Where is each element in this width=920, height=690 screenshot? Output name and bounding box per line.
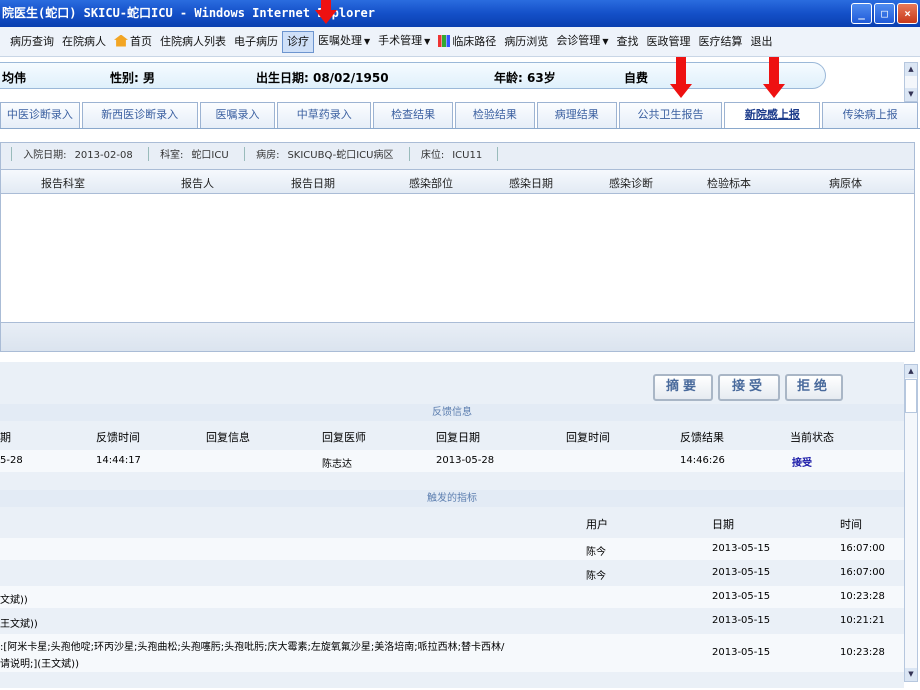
dept-value: 蛇口ICU <box>191 150 229 161</box>
scroll-up-icon[interactable]: ▲ <box>905 365 917 378</box>
feedback-scrollbar[interactable]: ▲ ▼ <box>904 364 918 682</box>
bed-value: ICU11 <box>452 150 483 161</box>
column-header: 感染诊断 <box>609 177 653 190</box>
feedback-section-title: 反馈信息 <box>0 404 904 421</box>
column-header: 感染日期 <box>509 177 553 190</box>
menu-item-record-query[interactable]: 病历查询 <box>6 32 58 52</box>
column-header: 报告日期 <box>291 177 335 190</box>
admission-date-label: 入院日期: <box>23 150 67 161</box>
patient-age: 年龄: 63岁 <box>494 71 556 85</box>
chevron-down-icon: ▼ <box>364 37 371 46</box>
menu-item-clinical-path[interactable]: 临床路径 <box>434 32 500 52</box>
column-header: 回复医师 <box>322 431 366 444</box>
patient-gender: 性别: 男 <box>110 71 155 85</box>
column-header: 检验标本 <box>707 177 751 190</box>
function-tabs: 中医诊断录入 新西医诊断录入 医嘱录入 中草药录入 检查结果 检验结果 病理结果… <box>0 102 920 129</box>
tab-infection-report[interactable]: 新院感上报 <box>724 102 821 128</box>
tab-exam-results[interactable]: 检查结果 <box>373 102 454 128</box>
column-header: 病原体 <box>829 177 862 190</box>
tab-infectious-disease[interactable]: 传染病上报 <box>822 102 918 128</box>
menu-item-admin[interactable]: 医政管理 <box>642 32 694 52</box>
menu-item-settlement[interactable]: 医疗结算 <box>694 32 746 52</box>
patient-payment: 自费 <box>624 71 649 85</box>
table-row[interactable]: 文斌)) 2013-05-15 10:23:28 <box>0 586 904 608</box>
column-header: 回复时间 <box>566 431 610 444</box>
menu-item-home[interactable]: 首页 <box>110 32 156 52</box>
column-header: 期 <box>0 431 11 444</box>
column-header: 反馈结果 <box>680 431 724 444</box>
ward-label: 病房: <box>256 150 280 161</box>
menu-item-emr[interactable]: 电子病历 <box>230 32 282 52</box>
menu-item-surgery[interactable]: 手术管理 ▼ <box>374 31 434 52</box>
report-grid-body[interactable] <box>0 194 915 322</box>
tab-pathology-results[interactable]: 病理结果 <box>536 102 617 128</box>
scroll-down-icon[interactable]: ▼ <box>905 668 917 681</box>
tab-western-diagnosis[interactable]: 新西医诊断录入 <box>81 102 198 128</box>
status-accepted: 接受 <box>792 458 812 469</box>
scroll-up-icon[interactable]: ▲ <box>905 63 917 76</box>
scroll-down-icon[interactable]: ▼ <box>905 88 917 101</box>
tab-order-entry[interactable]: 医嘱录入 <box>199 102 276 128</box>
summary-button[interactable]: 摘要 <box>653 374 713 401</box>
admission-info: 入院日期: 2013-02-08 科室: 蛇口ICU 病房: SKICUBQ-蛇口IC… <box>0 142 915 170</box>
patient-name: 均伟 <box>2 71 27 85</box>
report-grid-header: 报告科室 报告人 报告日期 感染部位 感染日期 感染诊断 检验标本 病原体 <box>0 170 915 194</box>
table-row[interactable]: 5-28 14:44:17 陈志达 2013-05-28 14:46:26 接受 <box>0 450 904 472</box>
patient-banner: 均伟 性别: 男 出生日期: 08/02/1950 年龄: 63岁 自费 <box>0 62 826 89</box>
window-titlebar: 院医生(蛇口) SKICU-蛇口ICU - Windows Internet E… <box>0 0 920 27</box>
menu-item-inpatients[interactable]: 在院病人 <box>58 32 110 52</box>
column-header: 回复信息 <box>206 431 250 444</box>
admission-date: 2013-02-08 <box>74 150 133 161</box>
table-row[interactable]: :[阿米卡星;头孢他啶;环丙沙星;头孢曲松;头孢噻肟;头孢吡肟;庆大霉素;左旋氧… <box>0 634 904 672</box>
patient-birth: 出生日期: 08/02/1950 <box>256 71 389 85</box>
home-icon <box>114 34 128 47</box>
tab-lab-results[interactable]: 检验结果 <box>455 102 535 128</box>
column-header: 回复日期 <box>436 431 480 444</box>
dept-label: 科室: <box>160 150 184 161</box>
feedback-header: 期 反馈时间 回复信息 回复医师 回复日期 回复时间 反馈结果 当前状态 <box>0 424 904 448</box>
tab-tcm-diagnosis[interactable]: 中医诊断录入 <box>0 102 80 128</box>
reject-button[interactable]: 拒绝 <box>785 374 843 401</box>
tab-herbal-entry[interactable]: 中草药录入 <box>277 102 372 128</box>
tab-public-health[interactable]: 公共卫生报告 <box>618 102 723 128</box>
menu-item-orders[interactable]: 医嘱处理 ▼ <box>314 31 374 52</box>
ward-value: SKICUBQ-蛇口ICU病区 <box>287 150 394 161</box>
column-header: 报告人 <box>181 177 214 190</box>
table-row[interactable]: 陈今 2013-05-15 16:07:00 <box>0 538 904 560</box>
scroll-thumb[interactable] <box>905 379 917 413</box>
menu-item-treatment[interactable]: 诊疗 <box>282 30 314 53</box>
menu-bar: 病历查询 在院病人 首页 住院病人列表 电子病历 诊疗 医嘱处理 ▼ 手术管理 ▼ … <box>0 27 920 57</box>
table-row[interactable]: 陈今 2013-05-15 16:07:00 <box>0 562 904 584</box>
column-header: 用户 <box>586 518 608 531</box>
chevron-down-icon: ▼ <box>424 37 431 46</box>
column-header: 报告科室 <box>41 177 85 190</box>
menu-item-inpatient-list[interactable]: 住院病人列表 <box>156 32 230 52</box>
column-header: 当前状态 <box>790 431 834 444</box>
accept-button[interactable]: 接受 <box>718 374 780 401</box>
feedback-panel: 摘要 接受 拒绝 反馈信息 期 反馈时间 回复信息 回复医师 回复日期 回复时间… <box>0 362 904 688</box>
bed-label: 床位: <box>420 150 445 161</box>
column-header: 感染部位 <box>409 177 453 190</box>
column-header: 时间 <box>840 518 862 531</box>
column-header: 反馈时间 <box>96 431 140 444</box>
chevron-down-icon: ▼ <box>602 37 609 46</box>
menu-item-record-browse[interactable]: 病历浏览 <box>500 32 552 52</box>
top-scrollbar[interactable]: ▲ ▼ <box>904 62 918 102</box>
bar-chart-icon <box>438 34 451 47</box>
close-button[interactable]: × <box>897 3 918 24</box>
menu-item-exit[interactable]: 退出 <box>746 32 776 52</box>
maximize-button[interactable]: □ <box>874 3 895 24</box>
column-header: 日期 <box>712 518 734 531</box>
report-grid-footer <box>0 322 915 352</box>
trigger-section-title: 触发的指标 <box>0 490 904 507</box>
menu-item-search[interactable]: 查找 <box>612 32 642 52</box>
trigger-header: 用户 日期 时间 <box>0 510 904 536</box>
menu-item-consult[interactable]: 会诊管理 ▼ <box>552 31 612 52</box>
minimize-button[interactable]: _ <box>851 3 872 24</box>
table-row[interactable]: 王文斌)) 2013-05-15 10:21:21 <box>0 610 904 632</box>
